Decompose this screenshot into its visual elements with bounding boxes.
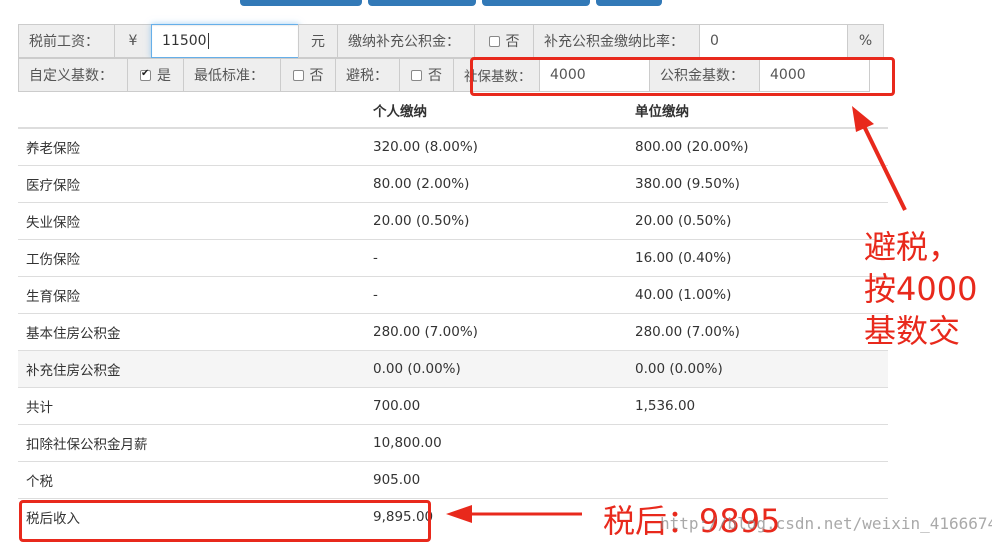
tax-avoid-annotation: 避税， 按4000 基数交 <box>864 226 977 352</box>
top-button-bar <box>240 0 662 6</box>
currency-symbol: ¥ <box>114 24 152 58</box>
min-standard-option: 否 <box>309 68 324 84</box>
row-label: 工伤保险 <box>18 238 365 276</box>
employer-value <box>627 423 888 461</box>
row-label: 生育保险 <box>18 275 365 313</box>
table-row: 补充住房公积金 0.00 (0.00%) 0.00 (0.00%) <box>18 349 888 387</box>
top-button-3[interactable] <box>482 0 590 6</box>
min-standard-label: 最低标准： <box>183 58 281 92</box>
employer-value: 16.00 (0.40%) <box>627 238 888 276</box>
min-standard-checkbox[interactable]: 否 <box>280 58 336 92</box>
supplement-rate-label: 补充公积金缴纳比率： <box>533 24 700 58</box>
employer-value: 800.00 (20.00%) <box>627 127 888 165</box>
row-label: 共计 <box>18 386 365 424</box>
tax-avoid-checkbox[interactable]: 否 <box>399 58 454 92</box>
tax-avoid-label: 避税： <box>335 58 400 92</box>
top-button-2[interactable] <box>368 0 476 6</box>
salary-input[interactable]: 11500 <box>151 24 299 58</box>
supplement-fund-checkbox[interactable]: 否 <box>474 24 534 58</box>
custom-base-option: 是 <box>157 68 171 84</box>
row-label: 医疗保险 <box>18 164 365 202</box>
personal-value: - <box>365 275 627 313</box>
annotation-line: 基数交 <box>864 312 961 350</box>
row-label: 个税 <box>18 460 365 498</box>
checkbox-unchecked-icon[interactable] <box>292 69 304 81</box>
employer-value: 280.00 (7.00%) <box>627 312 888 350</box>
custom-base-label: 自定义基数： <box>18 58 128 92</box>
column-header-personal: 个人缴纳 <box>365 92 627 129</box>
personal-value: 10,800.00 <box>365 423 627 461</box>
checkbox-unchecked-icon[interactable] <box>411 69 422 81</box>
column-header-employer: 单位缴纳 <box>627 92 888 129</box>
personal-value: - <box>365 238 627 276</box>
personal-value: 320.00 (8.00%) <box>365 127 627 165</box>
table-row: 医疗保险 80.00 (2.00%) 380.00 (9.50%) <box>18 164 888 202</box>
table-row: 工伤保险 - 16.00 (0.40%) <box>18 238 888 276</box>
personal-value: 905.00 <box>365 460 627 498</box>
personal-value: 280.00 (7.00%) <box>365 312 627 350</box>
salary-input-value: 11500 <box>162 33 207 49</box>
column-header <box>18 92 365 129</box>
custom-base-checkbox[interactable]: 是 <box>127 58 184 92</box>
table-header-row: 个人缴纳 单位缴纳 <box>18 92 888 129</box>
personal-value: 80.00 (2.00%) <box>365 164 627 202</box>
annotation-line: 避税， <box>864 228 961 266</box>
annotation-line: 按4000 <box>864 270 978 308</box>
supplement-fund-label: 缴纳补充公积金： <box>337 24 475 58</box>
row-label: 基本住房公积金 <box>18 312 365 350</box>
base-highlight-box <box>470 57 895 96</box>
table-row: 共计 700.00 1,536.00 <box>18 386 888 424</box>
personal-value: 0.00 (0.00%) <box>365 349 627 387</box>
row-label: 失业保险 <box>18 201 365 239</box>
checkbox-unchecked-icon[interactable] <box>488 35 500 47</box>
text-cursor <box>207 33 209 49</box>
percent-unit: % <box>847 24 884 58</box>
table-row: 个税 905.00 <box>18 460 888 498</box>
contribution-table: 个人缴纳 单位缴纳 养老保险 320.00 (8.00%) 800.00 (20… <box>18 92 888 535</box>
watermark: http://blog.csdn.net/weixin_41666747 <box>660 514 992 533</box>
table-row: 基本住房公积金 280.00 (7.00%) 280.00 (7.00%) <box>18 312 888 350</box>
salary-label: 税前工资： <box>18 24 115 58</box>
table-row: 养老保险 320.00 (8.00%) 800.00 (20.00%) <box>18 127 888 165</box>
table-row: 失业保险 20.00 (0.50%) 20.00 (0.50%) <box>18 201 888 239</box>
table-row: 扣除社保公积金月薪 10,800.00 <box>18 423 888 461</box>
row-label: 扣除社保公积金月薪 <box>18 423 365 461</box>
supplement-fund-option: 否 <box>505 34 520 50</box>
table-row: 生育保险 - 40.00 (1.00%) <box>18 275 888 313</box>
personal-value: 700.00 <box>365 386 627 424</box>
row-label: 养老保险 <box>18 127 365 165</box>
employer-value: 40.00 (1.00%) <box>627 275 888 313</box>
salary-unit: 元 <box>298 24 338 58</box>
checkbox-checked-icon[interactable] <box>140 68 151 81</box>
form-row-salary: 税前工资： ¥ 11500 元 缴纳补充公积金： 否 补充公积金缴纳比率： 0 … <box>18 24 884 58</box>
employer-value <box>627 460 888 498</box>
employer-value: 1,536.00 <box>627 386 888 424</box>
employer-value: 380.00 (9.50%) <box>627 164 888 202</box>
personal-value: 20.00 (0.50%) <box>365 201 627 239</box>
employer-value: 0.00 (0.00%) <box>627 349 888 387</box>
tax-avoid-option: 否 <box>428 68 442 84</box>
row-label: 补充住房公积金 <box>18 349 365 387</box>
supplement-rate-input[interactable]: 0 <box>699 24 848 58</box>
top-button-1[interactable] <box>240 0 362 6</box>
top-button-4[interactable] <box>596 0 662 6</box>
after-tax-highlight-box <box>19 500 431 542</box>
employer-value: 20.00 (0.50%) <box>627 201 888 239</box>
